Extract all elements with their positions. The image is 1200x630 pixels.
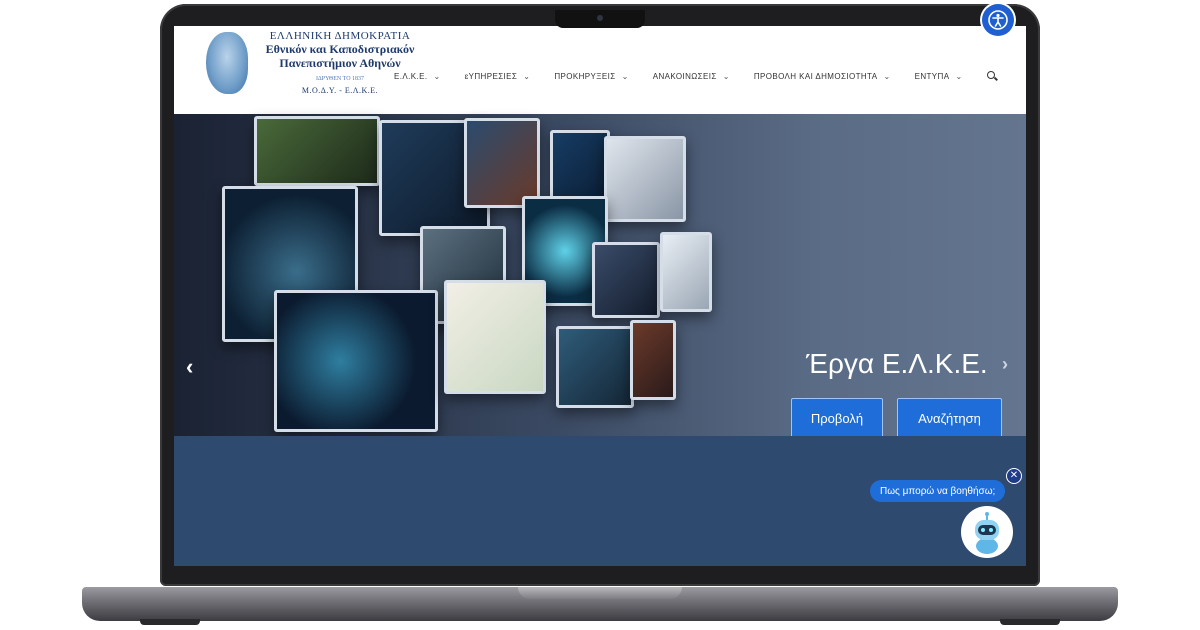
hero-image-panel	[464, 118, 540, 208]
hero-image-panel	[444, 280, 546, 394]
hero-image-panel	[592, 242, 660, 318]
hero-image-panel	[604, 136, 686, 222]
hero-image-panel	[556, 326, 634, 408]
camera-notch	[555, 10, 645, 28]
nav-item-label: ΠΡΟΒΟΛΗ ΚΑΙ ΔΗΜΟΣΙΟΤΗΤΑ	[753, 71, 878, 81]
site-header: ΕΛΛΗΝΙΚΗ ΔΗΜΟΚΡΑΤΙΑ Εθνικόν και Καποδιστ…	[174, 26, 1026, 114]
slider-next-arrow-icon[interactable]: ›	[1002, 354, 1008, 375]
nav-item-announcements-calls[interactable]: ΠΡΟΚΗΡΥΞΕΙΣ ⌄	[554, 72, 628, 81]
accessibility-button[interactable]	[982, 4, 1014, 36]
slider-prev-arrow-icon[interactable]: ‹	[186, 354, 193, 380]
nav-item-label: ΠΡΟΚΗΡΥΞΕΙΣ	[554, 71, 616, 81]
hero-title: Έργα Ε.Λ.Κ.Ε.	[806, 348, 988, 379]
athena-logo-icon[interactable]	[206, 32, 248, 94]
camera-icon	[597, 15, 603, 21]
nav-item-news[interactable]: ΑΝΑΚΟΙΝΩΣΕΙΣ ⌄	[653, 72, 730, 81]
search-icon[interactable]	[986, 71, 997, 81]
chevron-down-icon: ⌄	[722, 71, 730, 81]
laptop-foot-left	[140, 619, 200, 625]
chevron-down-icon: ⌄	[433, 71, 441, 81]
chevron-down-icon: ⌄	[883, 71, 891, 81]
chevron-down-icon: ⌄	[955, 71, 963, 81]
chevron-down-icon: ⌄	[621, 71, 629, 81]
chat-close-icon[interactable]: ✕	[1006, 468, 1022, 484]
website-screen: ΕΛΛΗΝΙΚΗ ΔΗΜΟΚΡΑΤΙΑ Εθνικόν και Καποδιστ…	[174, 26, 1026, 566]
main-nav: Ε.Λ.Κ.Ε. ⌄ ɛΥΠΗΡΕΣΙΕΣ ⌄ ΠΡΟΚΗΡΥΞΕΙΣ ⌄ ΑΝ…	[394, 69, 997, 83]
nav-item-forms[interactable]: ΕΝΤΥΠΑ ⌄	[915, 72, 963, 81]
nav-item-label: Ε.Λ.Κ.Ε.	[394, 71, 428, 81]
site-logo-text[interactable]: ΕΛΛΗΝΙΚΗ ΔΗΜΟΚΡΑΤΙΑ Εθνικόν και Καποδιστ…	[250, 28, 430, 95]
logo-line-2: Εθνικόν και Καποδιστριακόν	[265, 42, 415, 56]
logo-line-3: Πανεπιστήμιον Αθηνών	[279, 56, 401, 70]
nav-item-services[interactable]: ɛΥΠΗΡΕΣΙΕΣ ⌄	[465, 72, 531, 81]
logo-line-5: Μ.Ο.Δ.Υ. - Ε.Λ.Κ.Ε.	[301, 86, 379, 95]
robot-icon	[975, 512, 999, 554]
hero-image-panel	[630, 320, 676, 400]
hero-slider: ‹ › Έργα Ε.Λ.Κ.Ε. Προβολή Αναζήτηση	[174, 114, 1026, 438]
view-button[interactable]: Προβολή	[791, 398, 883, 438]
chevron-down-icon: ⌄	[523, 71, 531, 81]
hero-image-panel	[274, 290, 438, 432]
laptop-opening-lip	[518, 587, 682, 599]
chat-prompt-bubble[interactable]: Πως μπορώ να βοηθήσω;	[870, 480, 1006, 502]
logo-line-1: ΕΛΛΗΝΙΚΗ ΔΗΜΟΚΡΑΤΙΑ	[269, 30, 411, 42]
nav-item-label: ɛΥΠΗΡΕΣΙΕΣ	[464, 71, 518, 81]
laptop-foot-right	[1000, 619, 1060, 625]
chatbot-avatar-icon[interactable]	[961, 506, 1013, 558]
nav-item-label: ΑΝΑΚΟΙΝΩΣΕΙΣ	[652, 71, 717, 81]
nav-item-elke[interactable]: Ε.Λ.Κ.Ε. ⌄	[394, 72, 441, 81]
hero-image-panel	[660, 232, 712, 312]
hero-image-panel	[254, 116, 380, 186]
search-projects-button[interactable]: Αναζήτηση	[897, 398, 1002, 438]
accessibility-icon	[988, 10, 1008, 30]
nav-item-label: ΕΝΤΥΠΑ	[914, 71, 950, 81]
nav-item-publicity[interactable]: ΠΡΟΒΟΛΗ ΚΑΙ ΔΗΜΟΣΙΟΤΗΤΑ ⌄	[754, 72, 891, 81]
